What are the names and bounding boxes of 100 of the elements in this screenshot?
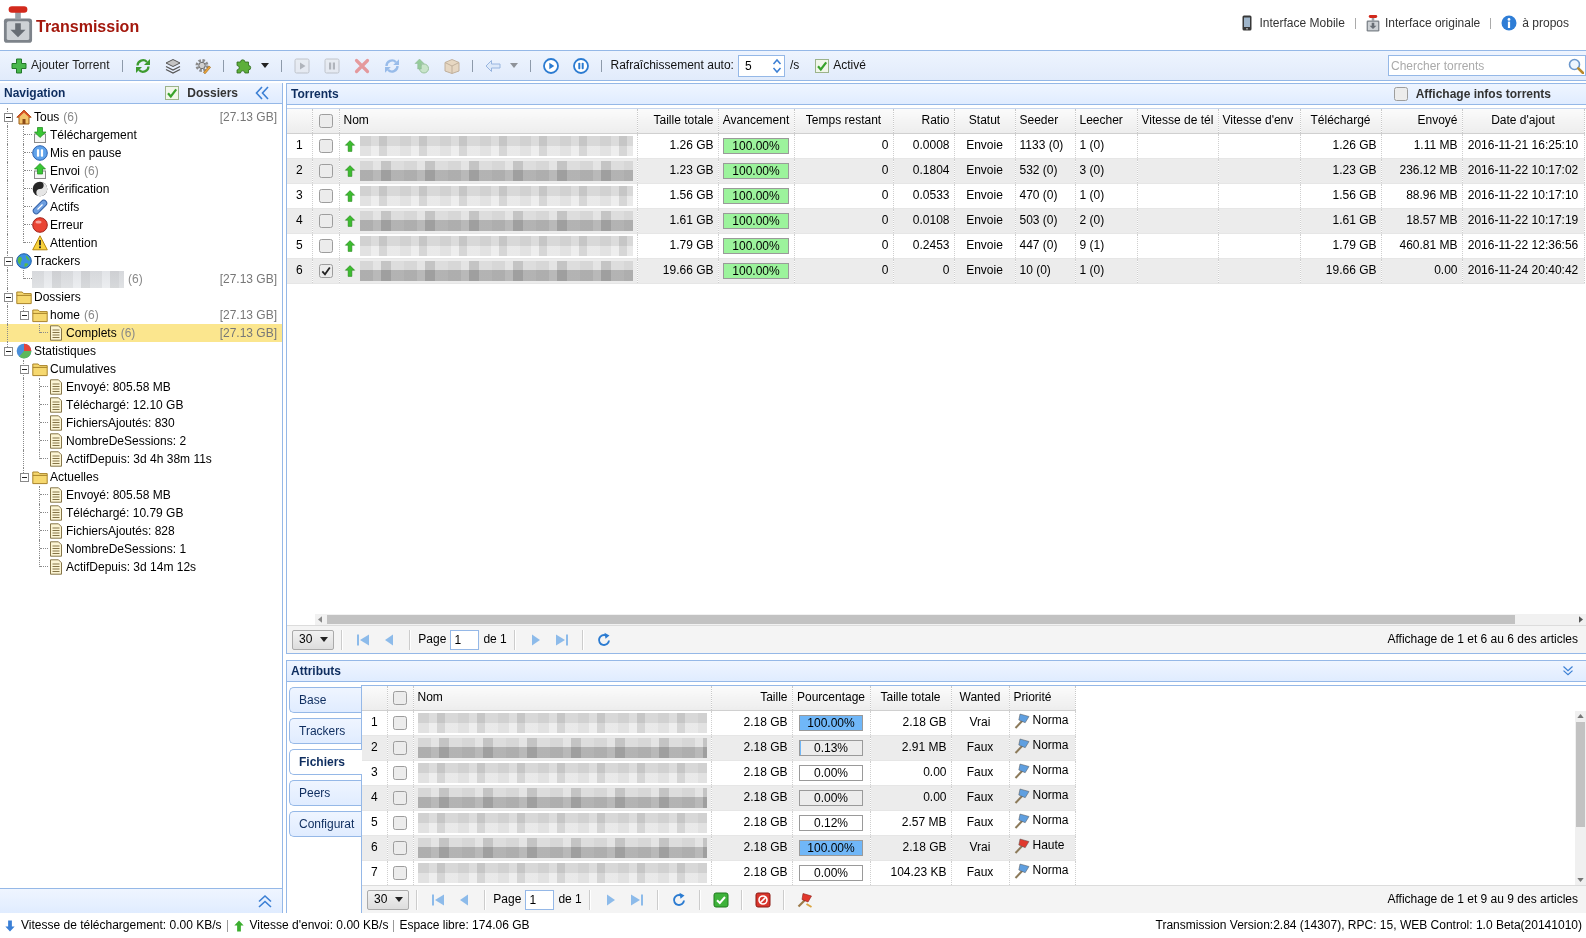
refresh-interval-field[interactable]: 5	[737, 54, 785, 77]
column-header[interactable]: Ratio	[893, 109, 954, 133]
minus-box-icon[interactable]	[3, 292, 13, 302]
tree-item[interactable]: Attention	[0, 234, 282, 252]
column-header[interactable]: Vitesse de tél	[1137, 109, 1218, 133]
tree-item[interactable]: Vérification	[0, 180, 282, 198]
row-checkbox[interactable]	[318, 188, 333, 203]
horizontal-scrollbar[interactable]	[315, 614, 1586, 625]
column-header[interactable]: Nom	[413, 686, 711, 710]
checkmark-icon[interactable]	[712, 891, 729, 908]
tree-item[interactable]: Complets (6) [27.13 GB]	[0, 324, 282, 342]
info-checkbox[interactable]	[1393, 87, 1408, 101]
tree-item[interactable]: NombreDeSessions: 1	[0, 540, 282, 558]
row-checkbox[interactable]	[318, 138, 333, 153]
column-header[interactable]: Seeder	[1015, 109, 1075, 133]
row-checkbox[interactable]	[393, 740, 407, 755]
tab[interactable]: Configurat	[289, 811, 361, 837]
tree-item[interactable]: Mis en pause	[0, 144, 282, 162]
tree-item[interactable]: Cumulatives	[0, 360, 282, 378]
column-header[interactable]: Téléchargé	[1300, 109, 1381, 133]
tree-item[interactable]: Téléchargement	[0, 126, 282, 144]
tree-item[interactable]: (6) [27.13 GB]	[0, 270, 282, 288]
column-header[interactable]: Taille	[711, 686, 792, 710]
scrollbar-thumb[interactable]	[1576, 722, 1585, 827]
column-header[interactable]: Leecher	[1075, 109, 1137, 133]
scrollbar-thumb[interactable]	[327, 615, 1515, 624]
page-size-select[interactable]: 30	[367, 889, 410, 910]
caret-down-icon[interactable]	[1577, 878, 1584, 882]
tree-item[interactable]: Actuelles	[0, 468, 282, 486]
column-header[interactable]: Date d'ajout	[1462, 109, 1584, 133]
caret-up-icon[interactable]	[1577, 714, 1584, 718]
header-link[interactable]: à propos	[1501, 15, 1569, 31]
select-all-checkbox[interactable]	[393, 690, 407, 705]
row-checkbox[interactable]	[393, 765, 407, 780]
tree-item[interactable]: Envoyé: 805.58 MB	[0, 378, 282, 396]
tree-item[interactable]: Trackers	[0, 252, 282, 270]
page-size-select[interactable]: 30	[292, 629, 335, 650]
tree-item[interactable]: Statistiques	[0, 342, 282, 360]
tree-item[interactable]: Tous (6) [27.13 GB]	[0, 108, 282, 126]
search-field[interactable]: Chercher torrents	[1388, 55, 1586, 76]
refresh-icon[interactable]	[670, 891, 687, 908]
column-header[interactable]: Envoyé	[1381, 109, 1462, 133]
stop-icon[interactable]	[754, 891, 771, 908]
double-chevron-down-icon[interactable]	[1562, 665, 1574, 677]
tree-item[interactable]: ActifDepuis: 3d 14m 12s	[0, 558, 282, 576]
tree-item[interactable]: Actifs	[0, 198, 282, 216]
page-input[interactable]: 1	[450, 629, 480, 650]
row-checkbox[interactable]	[318, 163, 333, 178]
minus-box-icon[interactable]	[3, 256, 13, 266]
caret-left-icon[interactable]	[318, 616, 322, 623]
row-checkbox[interactable]	[318, 238, 333, 253]
tab[interactable]: Peers	[289, 780, 361, 806]
tab[interactable]: Base	[289, 687, 361, 713]
row-checkbox[interactable]	[318, 213, 333, 228]
minus-box-icon[interactable]	[19, 310, 29, 320]
column-header[interactable]: Vitesse d'env	[1218, 109, 1300, 133]
column-header[interactable]: Taille totale	[637, 109, 718, 133]
tree-item[interactable]: Téléchargé: 12.10 GB	[0, 396, 282, 414]
header-link[interactable]: Interface Mobile	[1238, 15, 1345, 31]
column-header[interactable]: Nom	[339, 109, 637, 133]
row-checkbox[interactable]	[393, 790, 407, 805]
add-torrent-button[interactable]: Ajouter Torrent	[4, 52, 117, 79]
header-link[interactable]: Interface originale	[1365, 14, 1481, 32]
row-checkbox[interactable]	[393, 840, 407, 855]
tree-item[interactable]: Téléchargé: 10.79 GB	[0, 504, 282, 522]
minus-box-icon[interactable]	[19, 364, 29, 374]
tab[interactable]: Trackers	[289, 718, 361, 744]
tree-item[interactable]: ActifDepuis: 3d 4h 38m 11s	[0, 450, 282, 468]
row-checkbox[interactable]	[393, 815, 407, 830]
tree-item[interactable]: FichiersAjoutés: 830	[0, 414, 282, 432]
tree-item[interactable]: Envoi (6)	[0, 162, 282, 180]
column-header[interactable]: Temps restant	[794, 109, 893, 133]
column-header[interactable]: Wanted	[951, 686, 1009, 710]
refresh-icon[interactable]	[595, 631, 612, 648]
tab[interactable]: Fichiers	[289, 749, 362, 775]
tree-item[interactable]: Envoyé: 805.58 MB	[0, 486, 282, 504]
minus-box-icon[interactable]	[3, 112, 13, 122]
caret-right-icon[interactable]	[1579, 616, 1583, 623]
minus-box-icon[interactable]	[3, 346, 13, 356]
tree-item[interactable]: Erreur	[0, 216, 282, 234]
tree-item[interactable]: FichiersAjoutés: 828	[0, 522, 282, 540]
page-input[interactable]: 1	[525, 889, 555, 910]
vertical-scrollbar[interactable]	[1575, 711, 1586, 885]
column-header[interactable]: Avancement	[718, 109, 794, 133]
tree-item[interactable]: NombreDeSessions: 2	[0, 432, 282, 450]
tree-item[interactable]: Dossiers	[0, 288, 282, 306]
column-header[interactable]: Statut	[954, 109, 1015, 133]
double-chevron-left-icon[interactable]	[254, 85, 270, 101]
flag-icon[interactable]	[796, 891, 813, 908]
row-checkbox[interactable]	[318, 263, 333, 278]
minus-box-icon[interactable]	[19, 472, 29, 482]
folders-checkbox[interactable]	[165, 86, 180, 100]
column-header[interactable]: Pourcentage	[792, 686, 870, 710]
column-header[interactable]: Priorité	[1009, 686, 1075, 710]
column-header[interactable]: Taille totale	[870, 686, 951, 710]
row-checkbox[interactable]	[393, 865, 407, 880]
auto-refresh-checkbox[interactable]	[815, 58, 830, 73]
select-all-checkbox[interactable]	[318, 113, 333, 128]
double-chevron-up-icon[interactable]	[257, 893, 273, 909]
row-checkbox[interactable]	[393, 715, 407, 730]
